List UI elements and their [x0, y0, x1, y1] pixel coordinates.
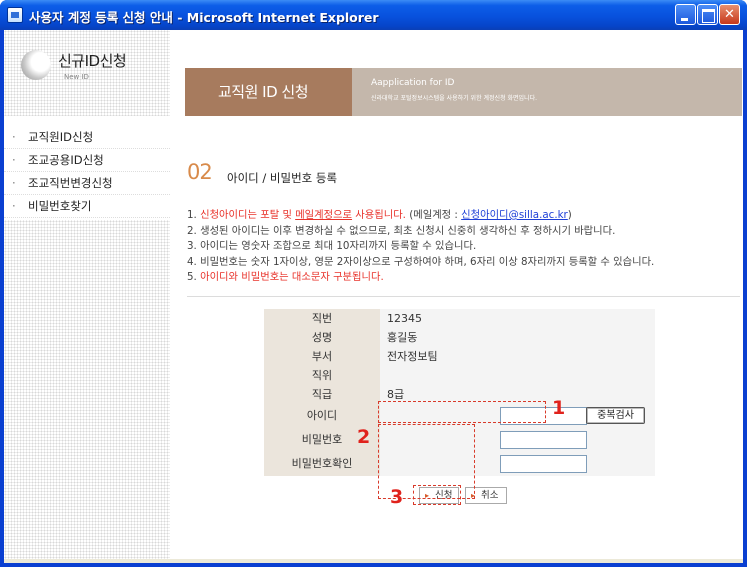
note-1-prefix: 1.	[187, 209, 201, 221]
note-5-prefix: 5.	[187, 271, 201, 283]
window-bottom-border	[4, 559, 743, 563]
divider	[187, 296, 740, 297]
instructions: 1. 신청아이디는 포탈 및 메일계정으로 사용됩니다. (메일계정 : 신청아…	[187, 208, 740, 286]
section-number: 02	[187, 160, 213, 184]
sidebar-item-find-password[interactable]: 비밀번호찾기	[4, 195, 170, 218]
position-value	[380, 366, 655, 385]
note-1-red-b: 사용됩니다.	[352, 209, 406, 221]
note-1-mail-account: 메일계정으로	[295, 209, 353, 221]
password-confirm-label: 비밀번호확인	[264, 452, 380, 476]
annotation-number-3: 3	[390, 486, 404, 508]
page-content: 신규ID신청 New ID 교직원ID신청 조교공용ID신청 조교직번변경신청 …	[4, 30, 743, 563]
password-input[interactable]	[500, 431, 587, 449]
window-title: 사용자 계정 등록 신청 안내 - Microsoft Internet Exp…	[29, 10, 379, 25]
logo-title: 신규ID신청	[58, 52, 127, 70]
note-2: 2. 생성된 아이디는 이후 변경하실 수 없으므로, 최초 신청시 신중히 생…	[187, 224, 616, 237]
logo-subtitle: New ID	[64, 73, 89, 81]
logo-icon	[21, 50, 51, 80]
form-row-name: 성명 홍길동	[264, 328, 655, 347]
password-confirm-input[interactable]	[500, 455, 587, 473]
note-1: 1. 신청아이디는 포탈 및 메일계정으로 사용됩니다. (메일계정 : 신청아…	[187, 208, 740, 224]
employee-number-value: 12345	[380, 309, 655, 328]
name-value: 홍길동	[380, 328, 655, 347]
title-bar[interactable]: 사용자 계정 등록 신청 안내 - Microsoft Internet Exp…	[0, 0, 747, 30]
maximize-button[interactable]	[697, 4, 718, 25]
form-row-department: 부서 전자정보팀	[264, 347, 655, 366]
mail-address-link[interactable]: 신청아이디@silla.ac.kr	[461, 209, 568, 221]
note-1-end: )	[567, 209, 572, 221]
annotation-number-2: 2	[357, 426, 371, 448]
note-1-mid: (메일계정 :	[405, 209, 462, 221]
minimize-button[interactable]	[675, 4, 696, 25]
note-5: 5. 아이디와 비밀번호는 대소문자 구분됩니다.	[187, 270, 740, 286]
header-banner: 교직원 ID 신청 Aapplication for ID 신라대학교 포털정보…	[185, 68, 742, 116]
sidebar-item-assistant-number-change[interactable]: 조교직번변경신청	[4, 172, 170, 195]
grade-label: 직급	[264, 385, 380, 404]
annotation-box-3	[413, 485, 461, 505]
banner-english: Aapplication for ID	[371, 78, 455, 88]
annotation-number-1: 1	[552, 397, 566, 419]
sidebar-item-assistant-shared-id[interactable]: 조교공용ID신청	[4, 149, 170, 172]
maximize-icon	[698, 5, 717, 24]
banner-title: 교직원 ID 신청	[185, 68, 352, 116]
minimize-icon	[676, 5, 695, 24]
position-label: 직위	[264, 366, 380, 385]
note-4: 4. 비밀번호는 숫자 1자이상, 영문 2자이상으로 구성하여야 하며, 6자…	[187, 255, 655, 268]
employee-number-label: 직번	[264, 309, 380, 328]
sidebar-item-staff-id[interactable]: 교직원ID신청	[4, 126, 170, 149]
close-button[interactable]: ✕	[719, 4, 740, 25]
department-label: 부서	[264, 347, 380, 366]
sidebar-pattern	[4, 220, 170, 563]
section-title: 아이디 / 비밀번호 등록	[227, 171, 338, 185]
ie-icon	[7, 7, 23, 23]
note-5-red: 아이디와 비밀번호는 대소문자 구분됩니다.	[200, 271, 384, 283]
sidebar: 신규ID신청 New ID 교직원ID신청 조교공용ID신청 조교직번변경신청 …	[4, 30, 170, 563]
logo-area: 신규ID신청 New ID	[4, 30, 170, 116]
close-icon: ✕	[724, 7, 735, 22]
duplicate-check-button[interactable]: 중복검사	[586, 407, 645, 424]
sidebar-menu: 교직원ID신청 조교공용ID신청 조교직번변경신청 비밀번호찾기	[4, 126, 170, 218]
browser-window: 사용자 계정 등록 신청 안내 - Microsoft Internet Exp…	[0, 0, 747, 567]
note-1-red-a: 신청아이디는 포탈 및	[200, 209, 296, 221]
form-row-position: 직위	[264, 366, 655, 385]
annotation-box-1	[378, 401, 546, 423]
form-row-employee-number: 직번 12345	[264, 309, 655, 328]
name-label: 성명	[264, 328, 380, 347]
id-label: 아이디	[264, 404, 380, 428]
department-value: 전자정보팀	[380, 347, 655, 366]
note-3: 3. 아이디는 영숫자 조합으로 최대 10자리까지 등록할 수 있습니다.	[187, 240, 477, 252]
banner-description: 신라대학교 포털정보시스템을 사용하기 위한 계정신청 화면입니다.	[371, 95, 538, 102]
